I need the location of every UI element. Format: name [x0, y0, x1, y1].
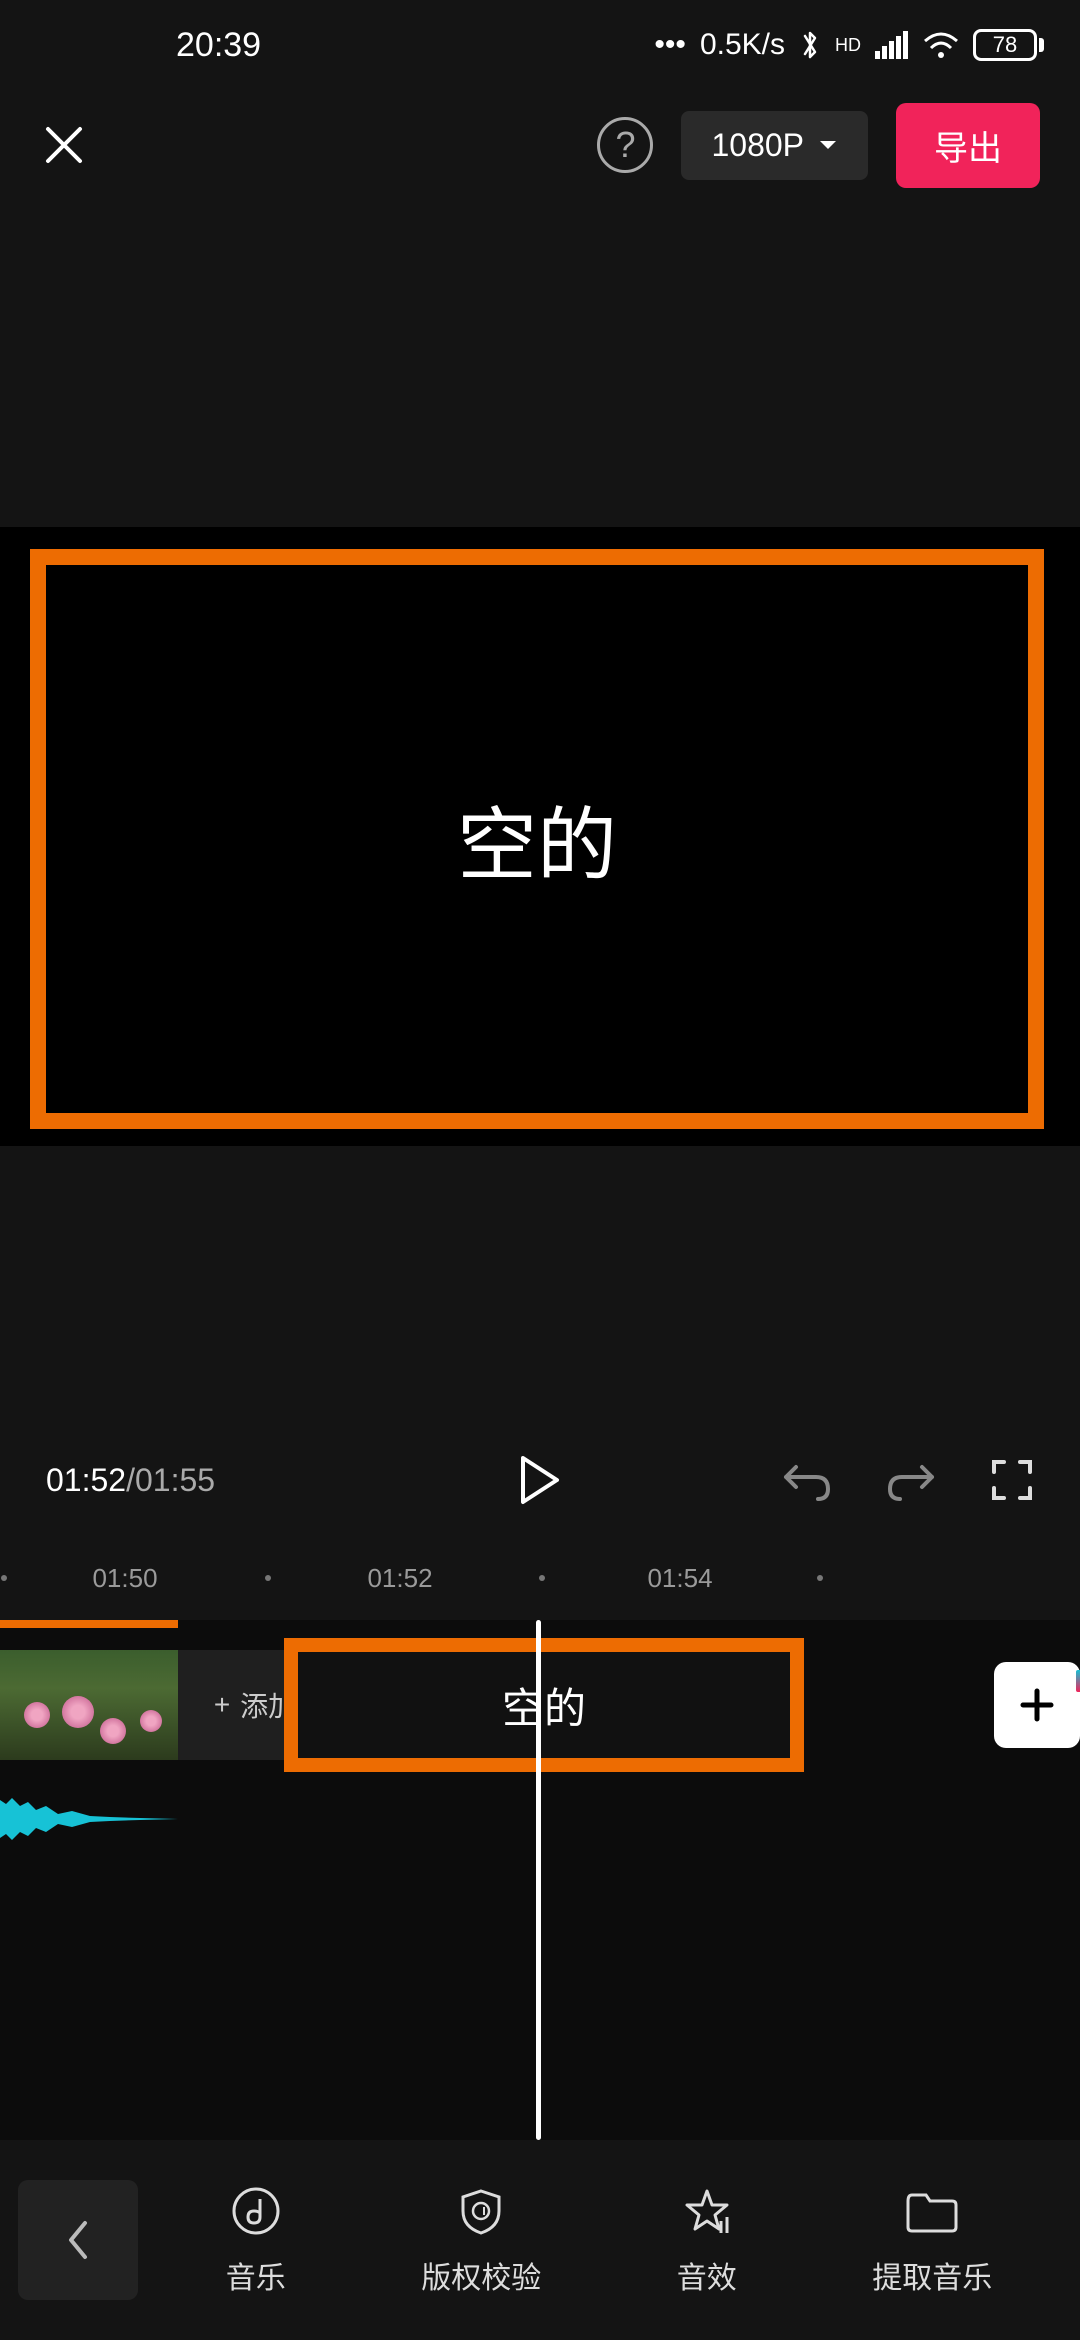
timeline-ruler[interactable]: 01:50 01:52 01:54 [0, 1554, 1080, 1602]
export-label: 导出 [934, 130, 1002, 168]
plus-icon: + [214, 1689, 230, 1721]
tool-label: 音乐 [226, 2253, 286, 2297]
net-dots: ••• [654, 28, 686, 62]
bottom-toolbar: 音乐 版权校验 音效 提取音乐 [0, 2140, 1080, 2340]
preview-viewport[interactable]: 空的 [30, 549, 1044, 1129]
playhead[interactable] [536, 1620, 541, 2140]
tool-music[interactable]: 音乐 [226, 2183, 286, 2297]
play-button[interactable] [517, 1454, 563, 1506]
wifi-icon [923, 31, 959, 59]
shield-icon [453, 2183, 509, 2239]
empty-segment[interactable]: 空的 [284, 1638, 804, 1772]
playback-controls: 01:52/01:55 [0, 1438, 1080, 1522]
ruler-tick: 01:54 [647, 1563, 712, 1594]
battery-icon: 78 [973, 29, 1044, 61]
help-button[interactable]: ? [597, 117, 653, 173]
battery-percent: 78 [993, 32, 1017, 58]
audio-track-waveform[interactable] [0, 1796, 178, 1842]
resolution-value: 1080P [711, 127, 804, 164]
folder-icon [904, 2183, 960, 2239]
chevron-down-icon [818, 139, 838, 151]
fullscreen-button[interactable] [990, 1458, 1034, 1502]
signal-icon [875, 31, 909, 59]
bluetooth-icon [799, 28, 821, 62]
top-bar: ? 1080P 导出 [0, 90, 1080, 200]
time-display: 01:52/01:55 [46, 1462, 215, 1499]
timeline-area[interactable]: + 添加片尾 空的 [0, 1620, 1080, 2140]
status-indicators: ••• 0.5K/s HD 78 [654, 28, 1044, 62]
star-icon [679, 2183, 735, 2239]
clip-range-bar [0, 1620, 178, 1628]
video-clip-thumbnail[interactable] [0, 1650, 178, 1760]
status-bar: 20:39 ••• 0.5K/s HD 78 [0, 0, 1080, 90]
ruler-tick: 01:50 [92, 1563, 157, 1594]
back-button[interactable] [18, 2180, 138, 2300]
tool-extract-music[interactable]: 提取音乐 [872, 2183, 992, 2297]
net-speed: 0.5K/s [700, 28, 785, 62]
close-button[interactable] [40, 121, 88, 169]
tool-label: 提取音乐 [872, 2253, 992, 2297]
hd-label: HD [835, 36, 861, 54]
tool-label: 版权校验 [421, 2253, 541, 2297]
time-current: 01:52 [46, 1462, 126, 1498]
ruler-tick: 01:52 [367, 1563, 432, 1594]
status-time: 20:39 [176, 26, 261, 65]
music-note-icon [228, 2183, 284, 2239]
preview-empty-label: 空的 [457, 781, 617, 897]
export-button[interactable]: 导出 [896, 103, 1040, 188]
redo-button[interactable] [886, 1459, 936, 1501]
resolution-select[interactable]: 1080P [681, 111, 868, 180]
tool-copyright[interactable]: 版权校验 [421, 2183, 541, 2297]
undo-button[interactable] [782, 1459, 832, 1501]
tool-label: 音效 [677, 2253, 737, 2297]
add-clip-button[interactable] [994, 1662, 1080, 1748]
tool-sound-effect[interactable]: 音效 [677, 2183, 737, 2297]
empty-segment-label: 空的 [502, 1675, 586, 1736]
time-total: 01:55 [135, 1462, 215, 1498]
